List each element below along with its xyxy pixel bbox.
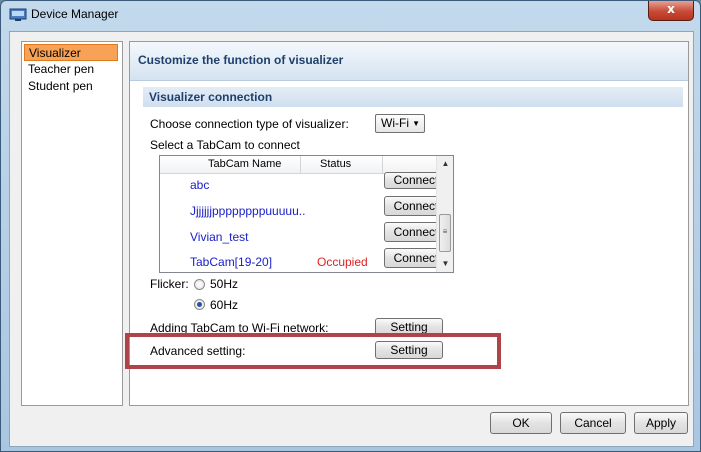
sidebar: Visualizer Teacher pen Student pen [21,41,123,406]
device-manager-window: Device Manager x Visualizer Teacher pen … [0,0,701,452]
tabcam-status: Occupied [317,255,368,269]
flicker-label: Flicker: [150,277,189,291]
sidebar-item-label: Teacher pen [28,62,95,76]
section-title: Visualizer connection [149,90,273,104]
sidebar-item-visualizer[interactable]: Visualizer [24,44,118,61]
highlight-annotation [125,333,501,369]
sidebar-item-label: Student pen [28,79,93,93]
column-header-name[interactable]: TabCam Name [208,158,281,170]
scroll-down-icon[interactable]: ▼ [437,256,453,272]
list-scrollbar[interactable]: ▲ ≡ ▼ [436,156,453,272]
close-icon: x [667,2,675,16]
window-title: Device Manager [31,7,119,21]
tabcam-list[interactable]: TabCam Name Status abc Connect Jjjjjjjpp… [159,155,454,273]
panel-header: Customize the function of visualizer [130,42,688,81]
select-tabcam-label: Select a TabCam to connect [150,138,300,152]
flicker-50hz-radio[interactable] [194,279,205,290]
connection-type-select[interactable]: Wi-Fi ▼ [375,114,425,133]
flicker-50hz-label: 50Hz [210,277,239,291]
tabcam-name: Jjjjjjjppppppppuuuuu.. [190,204,306,218]
tabcam-name: abc [190,178,210,192]
close-button[interactable]: x [648,1,694,21]
sidebar-item-student-pen[interactable]: Student pen [24,78,122,95]
chevron-down-icon: ▼ [412,119,420,128]
device-manager-icon [9,8,27,21]
section-header: Visualizer connection [143,87,683,107]
flicker-60hz-radio[interactable] [194,299,205,310]
sidebar-item-teacher-pen[interactable]: Teacher pen [24,61,122,78]
scroll-thumb[interactable]: ≡ [439,214,451,252]
column-header-status[interactable]: Status [320,158,351,170]
flicker-60hz-label: 60Hz [210,298,239,312]
client-area: Visualizer Teacher pen Student pen Custo… [9,31,694,447]
connection-type-value: Wi-Fi [381,116,409,130]
sidebar-item-label: Visualizer [29,46,81,60]
tabcam-name: TabCam[19-20] [190,255,273,269]
cancel-button[interactable]: Cancel [560,412,626,434]
apply-button[interactable]: Apply [634,412,688,434]
tabcam-name: Vivian_test [190,230,249,244]
panel-title: Customize the function of visualizer [138,53,344,67]
connection-type-label: Choose connection type of visualizer: [150,117,349,131]
ok-button[interactable]: OK [490,412,552,434]
scroll-up-icon[interactable]: ▲ [437,156,453,172]
title-bar[interactable]: Device Manager x [1,1,700,29]
